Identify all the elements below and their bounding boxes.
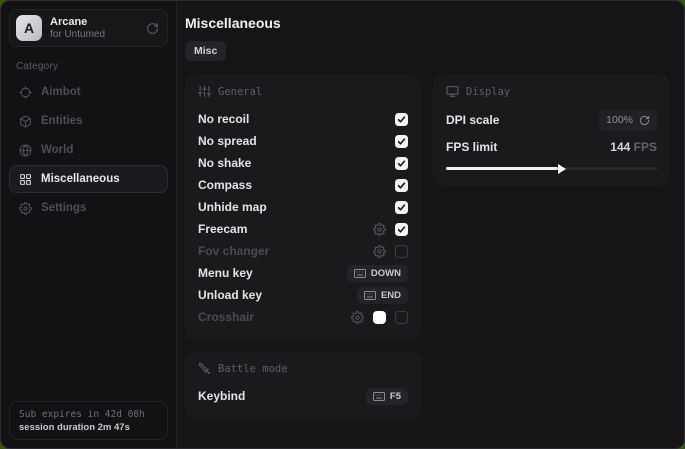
checkbox[interactable] (395, 113, 408, 126)
setting-label: Menu key (198, 266, 253, 280)
setting-label: Unhide map (198, 200, 267, 214)
keybind-value: END (381, 290, 401, 301)
setting-row: No shake (198, 152, 408, 174)
sidebar-item-label: World (41, 144, 73, 156)
dpi-scale-input[interactable]: 100% (599, 110, 657, 131)
checkbox[interactable] (395, 135, 408, 148)
general-section: General No recoil No spread No shake Compas… (185, 74, 421, 341)
sidebar-item-world[interactable]: World (9, 136, 168, 164)
battle-mode-section-title: Battle mode (218, 363, 288, 375)
fps-limit-unit: FPS (634, 140, 657, 154)
app-window: A Arcane for Untumed Category Aimbot Enti… (0, 0, 685, 449)
avatar: A (16, 15, 42, 41)
dpi-scale-label: DPI scale (446, 113, 499, 127)
battle-mode-section: Battle mode Keybind F5 (185, 351, 421, 420)
setting-label: Compass (198, 178, 252, 192)
setting-label: No spread (198, 134, 257, 148)
app-name: Arcane (50, 16, 105, 29)
checkbox[interactable] (395, 157, 408, 170)
setting-label: Keybind (198, 389, 245, 403)
sliders-icon (198, 85, 211, 98)
sidebar-item-entities[interactable]: Entities (9, 107, 168, 135)
setting-label: No shake (198, 156, 251, 170)
fps-limit-label: FPS limit (446, 140, 497, 154)
gear-icon[interactable] (373, 223, 386, 236)
keyboard-icon (364, 291, 376, 300)
grid-icon (19, 173, 32, 186)
crosshair-icon (19, 86, 32, 99)
setting-row: Menu key DOWN (198, 262, 408, 284)
setting-row: No recoil (198, 108, 408, 130)
category-label: Category (16, 61, 168, 72)
sidebar-item-label: Miscellaneous (41, 173, 120, 185)
setting-row: Unload key END (198, 284, 408, 306)
cube-icon (19, 115, 32, 128)
session-duration-text: session duration 2m 47s (19, 422, 158, 433)
color-swatch[interactable] (373, 311, 386, 324)
checkbox[interactable] (395, 179, 408, 192)
gear-icon[interactable] (351, 311, 364, 324)
keybind-button[interactable]: DOWN (347, 265, 408, 282)
general-section-title: General (218, 86, 262, 98)
tab-misc[interactable]: Misc (185, 41, 226, 61)
setting-row: Freecam (198, 218, 408, 240)
sub-expires-text: Sub expires in 42d 08h (19, 409, 158, 420)
page-title: Miscellaneous (185, 15, 670, 31)
dpi-scale-value: 100% (606, 114, 633, 126)
keyboard-icon (373, 392, 385, 401)
main-content: Miscellaneous Misc General No recoil No s… (177, 1, 685, 448)
keybind-value: F5 (390, 391, 401, 402)
keybind-button[interactable]: END (357, 287, 408, 304)
sidebar-item-label: Entities (41, 115, 83, 127)
sidebar-item-label: Settings (41, 202, 86, 214)
fps-limit-slider[interactable] (446, 163, 657, 173)
profile-card[interactable]: A Arcane for Untumed (9, 9, 168, 47)
setting-row: No spread (198, 130, 408, 152)
fps-limit-value: 144 (610, 140, 630, 154)
setting-row: Compass (198, 174, 408, 196)
keybind-value: DOWN (371, 268, 401, 279)
app-subtitle: for Untumed (50, 29, 105, 41)
display-section: Display DPI scale 100% FPS limit (433, 74, 670, 186)
keyboard-icon (354, 269, 366, 278)
refresh-icon[interactable] (146, 22, 159, 35)
setting-row: Unhide map (198, 196, 408, 218)
checkbox[interactable] (395, 245, 408, 258)
subscription-info: Sub expires in 42d 08h session duration … (9, 401, 168, 440)
reset-icon[interactable] (639, 115, 650, 126)
slider-thumb[interactable] (558, 164, 566, 174)
sidebar-nav: Aimbot Entities World Miscellaneous Settings (9, 78, 168, 222)
sidebar: A Arcane for Untumed Category Aimbot Enti… (1, 1, 177, 448)
checkbox[interactable] (395, 223, 408, 236)
setting-row: Fov changer (198, 240, 408, 262)
setting-label: Crosshair (198, 310, 254, 324)
gear-icon (19, 202, 32, 215)
swords-icon (198, 362, 211, 375)
gear-icon[interactable] (373, 245, 386, 258)
setting-row: Keybind F5 (198, 385, 408, 407)
keybind-button[interactable]: F5 (366, 388, 408, 405)
setting-label: Unload key (198, 288, 262, 302)
monitor-icon (446, 85, 459, 98)
checkbox[interactable] (395, 311, 408, 324)
slider-fill (446, 167, 562, 170)
sidebar-item-aimbot[interactable]: Aimbot (9, 78, 168, 106)
checkbox[interactable] (395, 201, 408, 214)
display-section-title: Display (466, 86, 510, 98)
setting-label: Fov changer (198, 244, 269, 258)
sidebar-item-label: Aimbot (41, 86, 81, 98)
setting-label: Freecam (198, 222, 247, 236)
sidebar-item-settings[interactable]: Settings (9, 194, 168, 222)
setting-row: Crosshair (198, 306, 408, 328)
sidebar-item-miscellaneous[interactable]: Miscellaneous (9, 165, 168, 193)
setting-label: No recoil (198, 112, 249, 126)
globe-icon (19, 144, 32, 157)
